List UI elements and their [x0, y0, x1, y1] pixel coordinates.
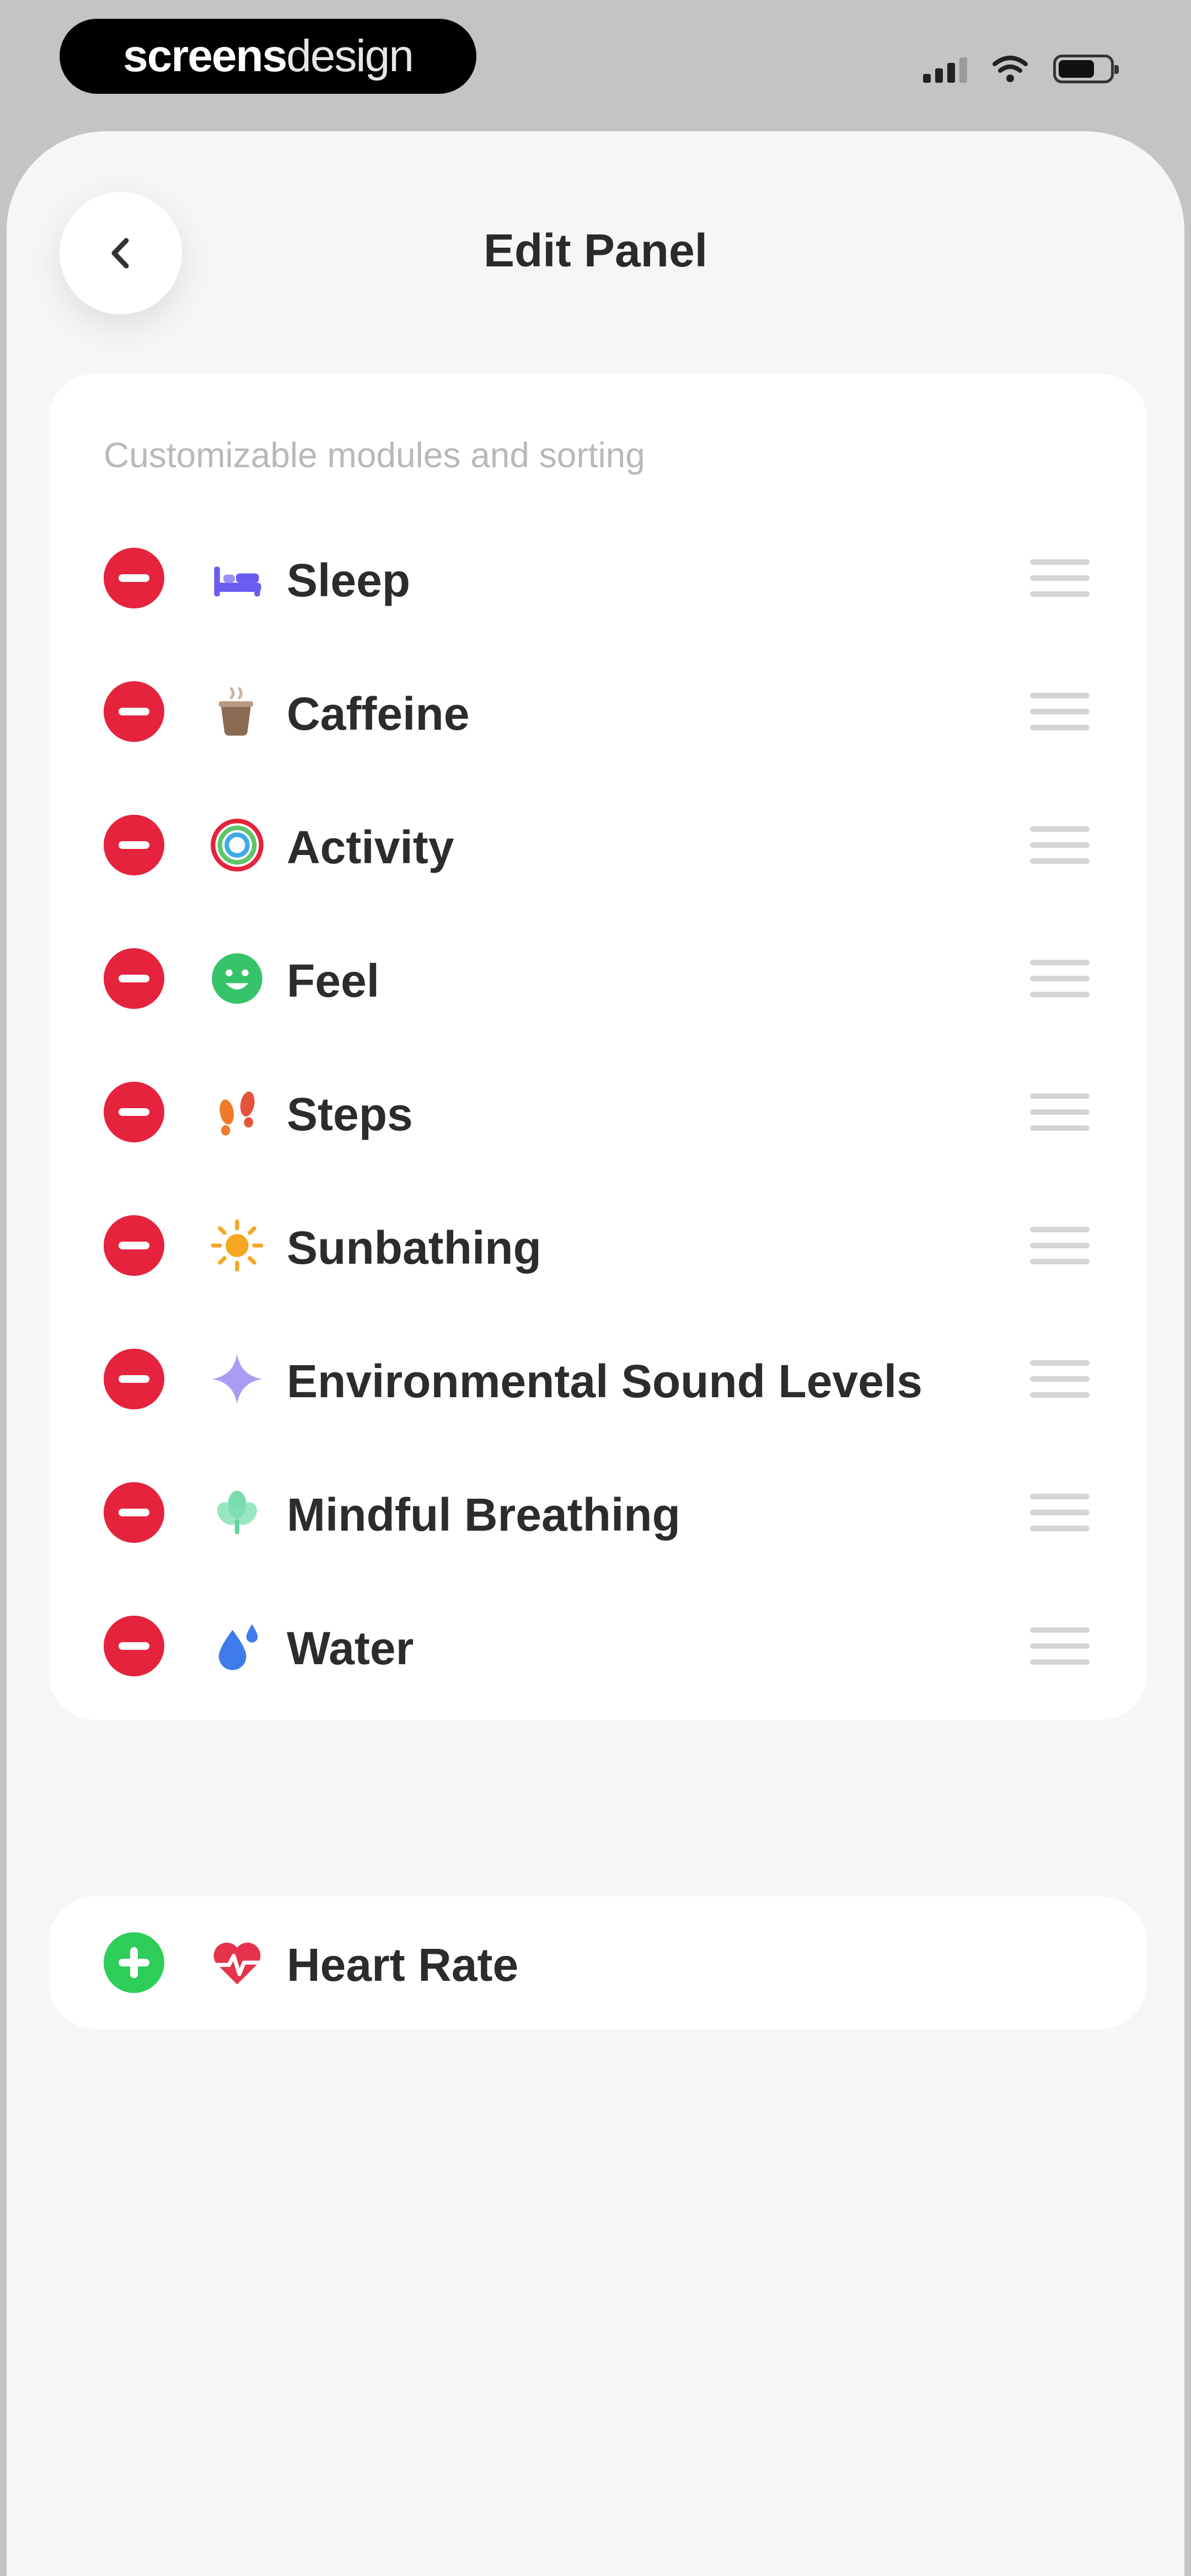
- module-row-feel: Feel: [49, 923, 1147, 1034]
- module-label: Water: [287, 1622, 414, 1674]
- cellular-signal-icon: [923, 55, 967, 83]
- battery-icon: [1053, 55, 1119, 83]
- remove-button[interactable]: [104, 1215, 164, 1276]
- edit-panel-sheet: Edit Panel Customizable modules and sort…: [7, 131, 1184, 2576]
- section-caption: Customizable modules and sorting: [104, 435, 645, 475]
- remove-button[interactable]: [104, 1349, 164, 1409]
- drag-handle-icon[interactable]: [1030, 693, 1090, 730]
- available-modules-card: Heart Rate: [49, 1896, 1147, 2029]
- sun-icon: [211, 1219, 264, 1272]
- footprints-icon: [219, 1091, 255, 1136]
- status-bar: screensdesign: [0, 0, 1191, 127]
- module-row-heart-rate: Heart Rate: [49, 1907, 1147, 2018]
- module-row-sleep: Sleep: [49, 523, 1147, 633]
- drag-handle-icon[interactable]: [1030, 1627, 1090, 1665]
- remove-button[interactable]: [104, 948, 164, 1009]
- drag-handle-icon[interactable]: [1030, 960, 1090, 997]
- module-row-environmental-sound-levels: Environmental Sound Levels: [49, 1324, 1147, 1434]
- module-label: Environmental Sound Levels: [287, 1355, 922, 1407]
- coffee-cup-icon: [218, 687, 254, 736]
- module-row-activity: Activity: [49, 790, 1147, 900]
- screen: screensdesign Edit Panel Customizable mo…: [0, 0, 1191, 2576]
- remove-button[interactable]: [104, 1616, 164, 1676]
- remove-button[interactable]: [104, 815, 164, 875]
- remove-button[interactable]: [104, 1482, 164, 1543]
- breathing-flower-icon: [217, 1490, 257, 1535]
- bed-icon: [214, 566, 261, 597]
- drag-handle-icon[interactable]: [1030, 559, 1090, 597]
- add-button[interactable]: [104, 1932, 164, 1993]
- drag-handle-icon[interactable]: [1030, 826, 1090, 864]
- module-label: Caffeine: [287, 688, 470, 740]
- drag-handle-icon[interactable]: [1030, 1494, 1090, 1531]
- sound-sparkle-icon: [212, 1354, 262, 1404]
- water-drop-icon: [218, 1624, 258, 1670]
- module-label: Mindful Breathing: [287, 1489, 680, 1541]
- brand-logo-light: design: [286, 31, 414, 81]
- module-label: Activity: [287, 821, 454, 873]
- module-row-caffeine: Caffeine: [49, 656, 1147, 767]
- activity-ring-icon: [211, 819, 264, 872]
- brand-logo-bold: screens: [123, 31, 287, 81]
- module-label: Heart Rate: [287, 1939, 519, 1991]
- module-label: Steps: [287, 1088, 413, 1140]
- drag-handle-icon[interactable]: [1030, 1360, 1090, 1398]
- module-row-mindful-breathing: Mindful Breathing: [49, 1457, 1147, 1568]
- heart-rate-icon: [213, 1942, 261, 1985]
- module-label: Sleep: [287, 554, 411, 606]
- module-row-sunbathing: Sunbathing: [49, 1190, 1147, 1301]
- remove-button[interactable]: [104, 1082, 164, 1142]
- header: Edit Panel: [7, 131, 1184, 363]
- drag-handle-icon[interactable]: [1030, 1093, 1090, 1131]
- status-icons: [923, 50, 1119, 88]
- smiley-icon: [212, 953, 262, 1004]
- active-modules-card: Customizable modules and sorting Sleep C…: [49, 374, 1147, 1720]
- page-title: Edit Panel: [483, 225, 708, 276]
- wifi-icon: [993, 56, 1028, 82]
- module-row-water: Water: [49, 1591, 1147, 1701]
- brand-logo: screensdesign: [60, 19, 476, 94]
- drag-handle-icon[interactable]: [1030, 1227, 1090, 1264]
- remove-button[interactable]: [104, 548, 164, 608]
- module-row-steps: Steps: [49, 1057, 1147, 1167]
- module-label: Feel: [287, 955, 380, 1007]
- remove-button[interactable]: [104, 681, 164, 742]
- module-label: Sunbathing: [287, 1222, 541, 1274]
